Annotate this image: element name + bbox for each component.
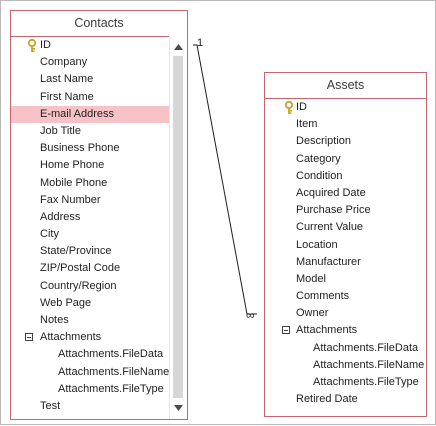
field-row[interactable]: Attachments.FileData: [265, 340, 426, 357]
field-row[interactable]: Company: [11, 54, 187, 71]
relationships-canvas: 1 ∞ Contacts ID Company Last Name First Nam…: [0, 0, 436, 425]
field-label: E-mail Address: [40, 107, 114, 120]
field-label: Attachments.FileName: [58, 365, 170, 378]
field-row[interactable]: Purchase Price: [265, 202, 426, 219]
field-row[interactable]: Attachments.FileName: [265, 357, 426, 374]
field-row[interactable]: Item: [265, 116, 426, 133]
field-label: Purchase Price: [296, 204, 371, 217]
relationship-one-label: 1: [197, 37, 203, 49]
field-label: Web Page: [40, 296, 92, 309]
field-label: Attachments.FileName: [313, 358, 425, 371]
field-row[interactable]: Owner: [265, 305, 426, 322]
field-row[interactable]: Notes: [11, 312, 187, 329]
field-label: Comments: [296, 290, 350, 303]
field-row[interactable]: Attachments: [11, 329, 187, 346]
field-label: Home Phone: [40, 159, 105, 172]
field-row[interactable]: State/Province: [11, 243, 187, 260]
field-label: Attachments.FileData: [58, 348, 164, 361]
field-label: Owner: [296, 307, 329, 320]
field-label: City: [40, 228, 59, 241]
assets-table-title[interactable]: Assets: [265, 73, 426, 99]
field-row[interactable]: Attachments: [265, 322, 426, 339]
field-label: First Name: [40, 90, 94, 103]
field-label: Model: [296, 272, 326, 285]
assets-field-list: ID Item Description Category Condition Acquir…: [265, 99, 426, 408]
field-label: Attachments: [40, 331, 102, 344]
field-row[interactable]: First Name: [11, 89, 187, 106]
field-label: Location: [296, 238, 338, 251]
field-label: Condition: [296, 169, 343, 182]
field-row[interactable]: Home Phone: [11, 157, 187, 174]
field-row[interactable]: City: [11, 226, 187, 243]
contacts-scrollbar[interactable]: [169, 36, 187, 419]
field-label: ZIP/Postal Code: [40, 262, 121, 275]
field-label: Acquired Date: [296, 186, 366, 199]
field-row[interactable]: Comments: [265, 288, 426, 305]
field-label: Mobile Phone: [40, 176, 108, 189]
contacts-scroll-thumb[interactable]: [173, 56, 183, 398]
key-icon: [27, 38, 37, 53]
field-row[interactable]: Last Name: [11, 71, 187, 88]
field-row[interactable]: Condition: [265, 168, 426, 185]
field-row[interactable]: Acquired Date: [265, 185, 426, 202]
field-label: Current Value: [296, 221, 364, 234]
field-label: ID: [40, 39, 51, 51]
field-row[interactable]: Description: [265, 133, 426, 150]
field-row[interactable]: Mobile Phone: [11, 175, 187, 192]
field-label: Category: [296, 152, 341, 165]
field-label: Attachments: [296, 324, 358, 337]
field-label: Attachments.FileType: [58, 382, 164, 395]
field-label: Attachments.FileType: [313, 376, 419, 388]
field-label: Manufacturer: [296, 255, 361, 268]
field-label: State/Province: [40, 245, 112, 258]
field-row[interactable]: Location: [265, 237, 426, 254]
field-row[interactable]: Attachments.FileType: [11, 381, 187, 398]
field-label: Attachments.FileData: [313, 341, 419, 354]
field-label: Description: [296, 135, 352, 148]
field-row[interactable]: Manufacturer: [265, 254, 426, 271]
key-icon: [284, 100, 294, 115]
contacts-field-list: ID Company Last Name First Name E-mail Addre…: [11, 37, 187, 415]
collapse-minus-icon[interactable]: [25, 333, 33, 342]
field-row[interactable]: E-mail Address: [11, 105, 187, 123]
field-row[interactable]: Fax Number: [11, 192, 187, 209]
field-row[interactable]: Attachments.FileData: [11, 346, 187, 363]
field-row[interactable]: Web Page: [11, 295, 187, 312]
field-row[interactable]: ID: [265, 99, 426, 116]
field-label: Company: [40, 56, 88, 69]
field-label: ID: [296, 101, 307, 113]
field-row[interactable]: Attachments.FileType: [265, 374, 426, 391]
contacts-table-title[interactable]: Contacts: [11, 11, 187, 37]
scroll-up-arrow-icon[interactable]: [170, 39, 186, 55]
field-label: Test: [40, 399, 61, 412]
relationship-many-label: ∞: [246, 308, 255, 322]
field-row[interactable]: Model: [265, 271, 426, 288]
field-label: Job Title: [40, 124, 81, 137]
field-label: Item: [296, 118, 318, 131]
field-row[interactable]: Attachments.FileName: [11, 364, 187, 381]
field-label: Notes: [40, 314, 69, 326]
field-row[interactable]: Country/Region: [11, 278, 187, 295]
contacts-table[interactable]: Contacts ID Company Last Name First Name E-m…: [10, 10, 188, 420]
field-row[interactable]: Test: [11, 398, 187, 415]
field-row[interactable]: Job Title: [11, 123, 187, 140]
collapse-minus-icon[interactable]: [282, 326, 290, 335]
field-row[interactable]: Retired Date: [265, 391, 426, 408]
field-row[interactable]: Category: [265, 151, 426, 168]
field-label: Fax Number: [40, 193, 101, 206]
field-label: Address: [40, 210, 81, 223]
field-label: Country/Region: [40, 279, 117, 292]
field-row[interactable]: ZIP/Postal Code: [11, 260, 187, 277]
field-row[interactable]: Business Phone: [11, 140, 187, 157]
field-row[interactable]: Current Value: [265, 219, 426, 236]
assets-table[interactable]: Assets ID Item Description Category Conditio…: [264, 72, 427, 417]
field-label: Retired Date: [296, 393, 358, 406]
field-row[interactable]: ID: [11, 37, 187, 54]
scroll-down-arrow-icon[interactable]: [170, 400, 186, 416]
field-row[interactable]: Address: [11, 209, 187, 226]
field-label: Business Phone: [40, 142, 120, 155]
field-label: Last Name: [40, 73, 94, 86]
